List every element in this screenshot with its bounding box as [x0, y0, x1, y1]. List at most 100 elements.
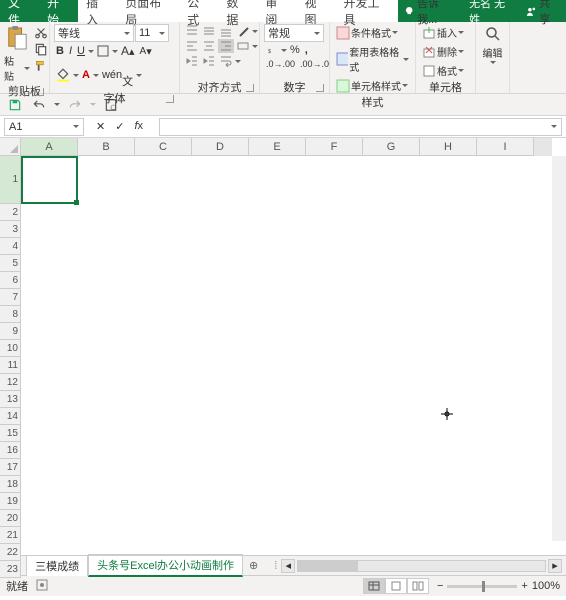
page-layout-view-button[interactable]: [385, 578, 407, 594]
format-painter-button[interactable]: [32, 58, 50, 74]
row-header[interactable]: 4: [0, 238, 21, 255]
wrap-text-button[interactable]: [218, 54, 234, 68]
row-header[interactable]: 20: [0, 510, 21, 527]
increase-font-button[interactable]: A▴: [119, 43, 137, 59]
zoom-level[interactable]: 100%: [532, 580, 560, 592]
number-format-select[interactable]: 常规: [264, 24, 324, 42]
name-box[interactable]: A1: [4, 118, 84, 136]
macro-record-icon[interactable]: [36, 579, 48, 594]
active-cell[interactable]: [21, 156, 78, 204]
fx-icon[interactable]: fx: [134, 120, 143, 133]
insert-cells-button[interactable]: 插入: [420, 24, 466, 41]
column-headers[interactable]: ABCDEFGHI: [21, 138, 552, 156]
column-header[interactable]: D: [192, 138, 249, 156]
page-break-view-button[interactable]: [407, 578, 429, 594]
tab-formulas[interactable]: 公式: [179, 0, 218, 22]
row-header[interactable]: 10: [0, 340, 21, 357]
tab-home[interactable]: 开始: [39, 0, 78, 22]
tab-insert[interactable]: 插入: [78, 0, 117, 22]
row-header[interactable]: 2: [0, 204, 21, 221]
row-header[interactable]: 23: [0, 561, 21, 578]
add-sheet-button[interactable]: ⊕: [243, 559, 264, 572]
vertical-scrollbar[interactable]: [552, 156, 566, 541]
redo-button[interactable]: [66, 97, 84, 113]
conditional-format-button[interactable]: 条件格式: [334, 24, 400, 41]
worksheet-grid[interactable]: ABCDEFGHI 123456789101112131415161718192…: [0, 138, 566, 556]
row-header[interactable]: 17: [0, 459, 21, 476]
row-header[interactable]: 16: [0, 442, 21, 459]
tab-layout[interactable]: 页面布局: [117, 0, 179, 22]
clipboard-dialog-icon[interactable]: [36, 88, 44, 96]
row-header[interactable]: 19: [0, 493, 21, 510]
row-header[interactable]: 6: [0, 272, 21, 289]
column-header[interactable]: F: [306, 138, 363, 156]
row-header[interactable]: 18: [0, 476, 21, 493]
zoom-in-button[interactable]: +: [521, 580, 527, 592]
normal-view-button[interactable]: [363, 578, 385, 594]
row-header[interactable]: 12: [0, 374, 21, 391]
horizontal-scrollbar[interactable]: ◂▸: [281, 559, 562, 573]
share-button[interactable]: 共享: [520, 0, 566, 27]
row-header[interactable]: 7: [0, 289, 21, 306]
tab-dev[interactable]: 开发工具: [336, 0, 398, 22]
select-all-corner[interactable]: [0, 138, 21, 156]
merge-button[interactable]: [235, 39, 251, 53]
align-center-button[interactable]: [201, 39, 217, 53]
table-format-button[interactable]: 套用表格格式: [334, 43, 411, 75]
row-header[interactable]: 15: [0, 425, 21, 442]
align-dialog-icon[interactable]: [246, 84, 254, 92]
cell-styles-button[interactable]: 单元格样式: [334, 77, 410, 94]
tab-review[interactable]: 审阅: [257, 0, 296, 22]
font-size-select[interactable]: 11: [135, 24, 169, 42]
decrease-indent-button[interactable]: [184, 54, 200, 68]
column-header[interactable]: I: [477, 138, 534, 156]
italic-button[interactable]: I: [67, 44, 74, 58]
align-middle-button[interactable]: [201, 24, 217, 38]
copy-button[interactable]: [32, 41, 50, 57]
percent-button[interactable]: %: [288, 43, 302, 57]
row-header[interactable]: 9: [0, 323, 21, 340]
row-header[interactable]: 3: [0, 221, 21, 238]
orientation-button[interactable]: [235, 24, 251, 38]
align-left-button[interactable]: [184, 39, 200, 53]
align-top-button[interactable]: [184, 24, 200, 38]
comma-button[interactable]: ,: [303, 43, 310, 57]
align-right-button[interactable]: [218, 39, 234, 53]
row-headers[interactable]: 1234567891011121314151617181920212223: [0, 156, 21, 541]
tab-data[interactable]: 数据: [218, 0, 257, 22]
format-cells-button[interactable]: 格式: [420, 62, 466, 79]
tab-view[interactable]: 视图: [296, 0, 335, 22]
increase-indent-button[interactable]: [201, 54, 217, 68]
zoom-slider[interactable]: [447, 585, 517, 588]
sheet-tab[interactable]: 头条号Excel办公小动画制作: [88, 554, 243, 577]
underline-button[interactable]: U: [75, 44, 87, 58]
fill-color-button[interactable]: [54, 67, 72, 83]
delete-cells-button[interactable]: 删除: [420, 43, 466, 60]
column-header[interactable]: B: [78, 138, 135, 156]
save-button[interactable]: [6, 97, 24, 113]
column-header[interactable]: G: [363, 138, 420, 156]
tab-file[interactable]: 文件: [0, 0, 39, 22]
zoom-out-button[interactable]: −: [437, 580, 443, 592]
find-button[interactable]: [482, 24, 504, 44]
row-header[interactable]: 1: [0, 156, 21, 204]
font-color-button[interactable]: A: [80, 68, 92, 82]
increase-decimal-button[interactable]: .0→.00: [264, 58, 297, 70]
row-header[interactable]: 11: [0, 357, 21, 374]
row-header[interactable]: 21: [0, 527, 21, 544]
paste-button[interactable]: [4, 24, 30, 52]
column-header[interactable]: C: [135, 138, 192, 156]
decrease-decimal-button[interactable]: .00→.0: [298, 58, 331, 70]
row-header[interactable]: 22: [0, 544, 21, 561]
undo-button[interactable]: [30, 97, 48, 113]
bold-button[interactable]: B: [54, 44, 66, 58]
row-header[interactable]: 5: [0, 255, 21, 272]
border-button[interactable]: [95, 44, 111, 58]
sheet-tab[interactable]: 三模成绩: [26, 555, 88, 576]
font-name-select[interactable]: 等线: [54, 24, 134, 42]
row-header[interactable]: 13: [0, 391, 21, 408]
row-header[interactable]: 14: [0, 408, 21, 425]
row-header[interactable]: 8: [0, 306, 21, 323]
phonetic-button[interactable]: wén文: [100, 60, 135, 90]
accounting-button[interactable]: $: [264, 43, 280, 57]
